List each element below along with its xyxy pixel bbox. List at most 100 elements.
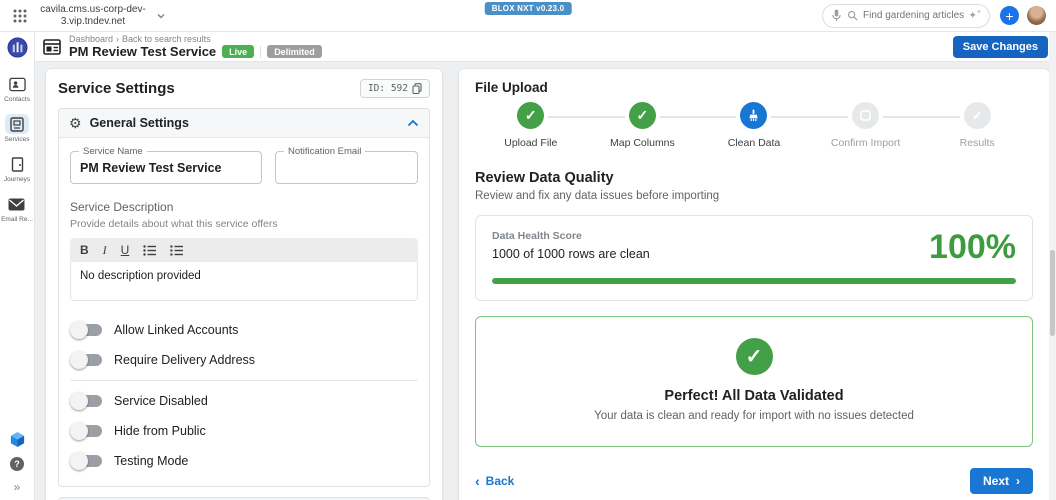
health-score-detail: 1000 of 1000 rows are clean — [492, 247, 650, 261]
copy-icon[interactable] — [412, 83, 422, 94]
step-confirm-import[interactable]: Confirm Import — [810, 102, 922, 149]
import-icon — [860, 110, 871, 121]
review-subtitle: Review and fix any data issues before im… — [475, 190, 720, 202]
chevron-up-icon[interactable] — [407, 119, 419, 127]
step-results[interactable]: ✓ Results — [921, 102, 1033, 149]
toggle-switch[interactable] — [70, 452, 102, 470]
general-settings-header[interactable]: ⚙ General Settings — [59, 109, 429, 137]
validation-subtitle: Your data is clean and ready for import … — [594, 410, 914, 422]
page-title: PM Review Test Service — [69, 44, 217, 59]
chevron-right-icon: › — [1016, 474, 1020, 488]
sidebar-item-label: Services — [4, 136, 30, 143]
toggle-allow-linked-accounts[interactable]: Allow Linked Accounts — [70, 315, 418, 345]
validation-result-box: ✓ Perfect! All Data Validated Your data … — [475, 316, 1033, 447]
notification-email-field[interactable]: Notification Email — [275, 146, 418, 184]
dashboard-icon — [43, 38, 61, 55]
check-icon: ✓ — [524, 107, 537, 123]
notification-email-input[interactable] — [276, 160, 417, 175]
sidebar-item-journeys[interactable]: Journeys — [4, 154, 30, 183]
topbar: cavila.cms.us-corp-dev-3.vip.tndev.net B… — [0, 0, 1056, 32]
description-editor[interactable]: No description provided — [70, 262, 418, 301]
step-upload-file[interactable]: ✓ Upload File — [475, 102, 587, 149]
sidebar-item-label: Contacts — [4, 96, 30, 103]
italic-button[interactable]: I — [103, 244, 107, 256]
validation-title: Perfect! All Data Validated — [664, 388, 844, 404]
general-settings-accordion: ⚙ General Settings Service Name PM Revie… — [58, 108, 430, 487]
app-logo-icon[interactable] — [6, 37, 28, 58]
toggle-require-delivery-address[interactable]: Require Delivery Address — [70, 345, 418, 375]
status-badge: Live — [222, 45, 255, 58]
type-badge: Delimited — [267, 45, 322, 58]
divider — [260, 45, 262, 58]
clean-brush-icon — [749, 109, 759, 122]
toggle-testing-mode[interactable]: Testing Mode — [70, 446, 418, 476]
version-badge: BLOX NXT v0.23.0 — [484, 2, 572, 15]
health-score-percent: 100% — [929, 228, 1016, 266]
chevron-left-icon: ‹ — [475, 473, 480, 489]
bullet-list-icon[interactable] — [143, 244, 157, 256]
page-header: Dashboard › Back to search results PM Revi… — [35, 32, 1056, 62]
door-icon — [11, 156, 23, 172]
toggle-switch[interactable] — [70, 351, 102, 369]
search-input[interactable] — [863, 10, 964, 21]
service-settings-title: Service Settings — [58, 80, 175, 97]
chevron-down-icon[interactable] — [156, 11, 166, 21]
health-progress-bar — [492, 278, 1016, 284]
file-upload-card: File Upload ✓ Upload File ✓ Map Columns — [458, 68, 1050, 500]
service-id-badge[interactable]: ID: 592 — [359, 79, 430, 98]
search-bar[interactable]: ✦+ — [822, 3, 990, 28]
richtext-toolbar: B I U — [70, 238, 418, 262]
expand-sidebar-icon[interactable]: » — [14, 480, 21, 494]
site-name[interactable]: cavila.cms.us-corp-dev-3.vip.tndev.net — [34, 4, 152, 28]
step-map-columns[interactable]: ✓ Map Columns — [587, 102, 699, 149]
content-area: Service Settings ID: 592 ⚙ General Setti… — [35, 62, 1056, 500]
sidebar-item-label: Email Re... — [1, 216, 33, 223]
contact-card-icon — [8, 77, 26, 91]
check-icon: ✓ — [636, 107, 649, 123]
service-name-field[interactable]: Service Name — [70, 146, 262, 184]
toggle-service-disabled[interactable]: Service Disabled — [70, 386, 418, 416]
step-clean-data[interactable]: Clean Data — [698, 102, 810, 149]
data-health-card: Data Health Score 1000 of 1000 rows are … — [475, 215, 1033, 301]
search-icon[interactable] — [847, 10, 858, 21]
service-settings-card: Service Settings ID: 592 ⚙ General Setti… — [45, 68, 443, 500]
help-icon[interactable]: ? — [10, 457, 24, 471]
sidebar-item-email[interactable]: Email Re... — [1, 194, 33, 223]
scrollbar-thumb[interactable] — [1050, 250, 1055, 336]
numbered-list-icon[interactable] — [170, 245, 184, 256]
user-avatar[interactable] — [1027, 6, 1046, 25]
cube-icon[interactable] — [9, 431, 26, 448]
app-grid-icon[interactable] — [12, 8, 28, 24]
toggle-switch[interactable] — [70, 392, 102, 410]
bold-button[interactable]: B — [80, 244, 89, 256]
underline-button[interactable]: U — [121, 244, 130, 256]
sidebar-item-label: Journeys — [3, 176, 31, 183]
file-upload-title: File Upload — [475, 80, 548, 95]
next-button[interactable]: Next › — [969, 468, 1033, 494]
breadcrumb-home[interactable]: Dashboard — [69, 34, 113, 44]
sparkle-icon[interactable]: ✦+ — [969, 9, 981, 21]
left-rail: Contacts Services Journeys Email Re... ?… — [0, 32, 35, 500]
sidebar-item-services[interactable]: Services — [4, 114, 30, 143]
upload-stepper: ✓ Upload File ✓ Map Columns Clean Data C… — [475, 102, 1033, 159]
divider — [70, 380, 418, 381]
toggle-switch[interactable] — [70, 422, 102, 440]
save-changes-button[interactable]: Save Changes — [952, 35, 1048, 58]
toggle-switch[interactable] — [70, 321, 102, 339]
gear-icon: ⚙ — [69, 115, 82, 131]
health-score-label: Data Health Score — [492, 230, 582, 242]
breadcrumb: Dashboard › Back to search results — [69, 34, 211, 44]
review-title: Review Data Quality — [475, 170, 614, 186]
services-icon — [10, 116, 24, 132]
check-icon: ✓ — [971, 107, 983, 123]
add-button[interactable]: + — [1000, 6, 1019, 25]
envelope-icon — [8, 198, 25, 210]
breadcrumb-current[interactable]: Back to search results — [122, 34, 211, 44]
microphone-icon[interactable] — [831, 9, 842, 22]
success-check-icon: ✓ — [735, 338, 773, 375]
toggle-hide-from-public[interactable]: Hide from Public — [70, 416, 418, 446]
service-name-input[interactable] — [71, 160, 261, 175]
scrollbar-track[interactable] — [1049, 32, 1056, 500]
sidebar-item-contacts[interactable]: Contacts — [4, 74, 30, 103]
back-button[interactable]: ‹ Back — [475, 473, 514, 489]
